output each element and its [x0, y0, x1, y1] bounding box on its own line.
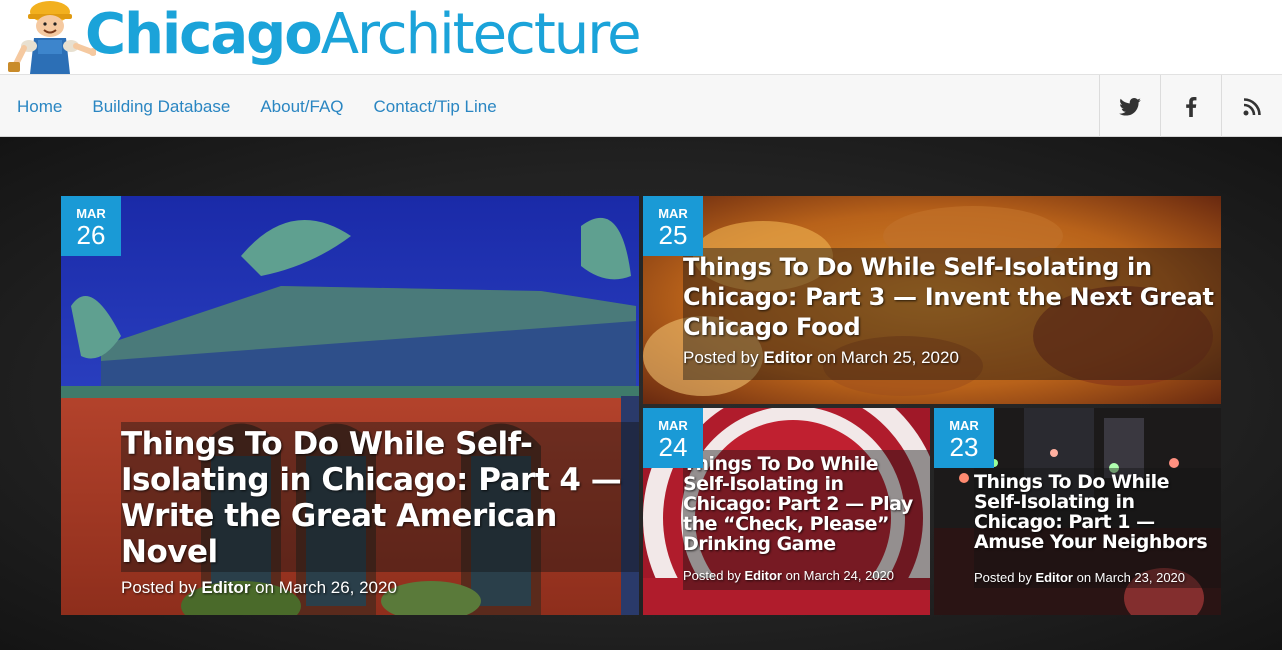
nav-contact-tip-line-link[interactable]: Contact/Tip Line: [374, 97, 497, 117]
post-author-link[interactable]: Editor: [1035, 570, 1073, 585]
post-byline: Posted by Editor on March 25, 2020: [683, 348, 1221, 368]
construction-worker-mascot-icon[interactable]: [4, 0, 96, 74]
post-byline: Posted by Editor on March 24, 2020: [683, 568, 930, 583]
featured-post-card[interactable]: MAR 24 Things To Do While Self-Isolating…: [643, 408, 930, 615]
post-date-badge: MAR 23: [934, 408, 994, 468]
post-title-link[interactable]: Things To Do While Self-Isolating in Chi…: [974, 472, 1221, 552]
main-navigation: Home Building Database About/FAQ Contact…: [0, 74, 1282, 138]
post-byline: Posted by Editor on March 26, 2020: [121, 578, 635, 598]
featured-post-card[interactable]: MAR 25 Things To Do While Self-Isolating…: [643, 196, 1221, 404]
post-caption: Things To Do While Self-Isolating in Chi…: [683, 248, 1221, 380]
byline-prefix: Posted by: [683, 568, 745, 583]
twitter-button[interactable]: [1099, 75, 1160, 138]
nav-about-faq-link[interactable]: About/FAQ: [260, 97, 343, 117]
featured-post-card[interactable]: MAR 23 Things To Do While Self-Isolating…: [934, 408, 1221, 615]
byline-prefix: Posted by: [121, 578, 202, 597]
facebook-button[interactable]: [1160, 75, 1221, 138]
byline-date: on March 26, 2020: [250, 578, 397, 597]
byline-prefix: Posted by: [974, 570, 1036, 585]
post-author-link[interactable]: Editor: [744, 568, 782, 583]
post-date-badge: MAR 25: [643, 196, 703, 256]
post-caption: Things To Do While Self-Isolating in Chi…: [974, 468, 1221, 588]
post-day: 24: [658, 432, 688, 462]
site-header: ChicagoArchitecture: [0, 0, 1282, 74]
byline-prefix: Posted by: [683, 348, 764, 367]
social-links: [1099, 75, 1282, 138]
nav-home-link[interactable]: Home: [17, 97, 62, 117]
post-month: MAR: [949, 418, 979, 433]
post-month: MAR: [658, 206, 688, 221]
post-month: MAR: [76, 206, 106, 221]
twitter-icon: [1119, 97, 1141, 116]
byline-date: on March 23, 2020: [1073, 570, 1186, 585]
logo-bold-text: Chicago: [85, 2, 323, 67]
post-date-badge: MAR 24: [643, 408, 703, 468]
featured-posts-slider: MAR 26 Things To Do While Self-Isolating…: [0, 137, 1282, 650]
featured-post-card[interactable]: MAR 26 Things To Do While Self-Isolating…: [61, 196, 639, 615]
post-day: 26: [76, 220, 106, 250]
post-caption: Things To Do While Self-Isolating in Chi…: [683, 450, 930, 590]
post-caption: Things To Do While Self-Isolating in Chi…: [121, 422, 639, 597]
post-day: 25: [658, 220, 688, 250]
post-day: 23: [949, 432, 979, 462]
post-title-link[interactable]: Things To Do While Self-Isolating in Chi…: [121, 426, 635, 570]
rss-button[interactable]: [1221, 75, 1282, 138]
logo-light-text: Architecture: [320, 2, 642, 67]
post-title-link[interactable]: Things To Do While Self-Isolating in Chi…: [683, 454, 930, 554]
post-date-badge: MAR 26: [61, 196, 121, 256]
nav-links: Home Building Database About/FAQ Contact…: [17, 75, 497, 138]
post-author-link[interactable]: Editor: [763, 348, 812, 367]
nav-building-database-link[interactable]: Building Database: [92, 97, 230, 117]
post-month: MAR: [658, 418, 688, 433]
rss-icon: [1243, 97, 1261, 115]
byline-date: on March 25, 2020: [812, 348, 959, 367]
facebook-icon: [1186, 96, 1197, 117]
byline-date: on March 24, 2020: [782, 568, 895, 583]
site-logo[interactable]: ChicagoArchitecture: [85, 0, 642, 74]
post-title-link[interactable]: Things To Do While Self-Isolating in Chi…: [683, 252, 1221, 342]
post-byline: Posted by Editor on March 23, 2020: [974, 570, 1221, 585]
post-author-link[interactable]: Editor: [201, 578, 250, 597]
